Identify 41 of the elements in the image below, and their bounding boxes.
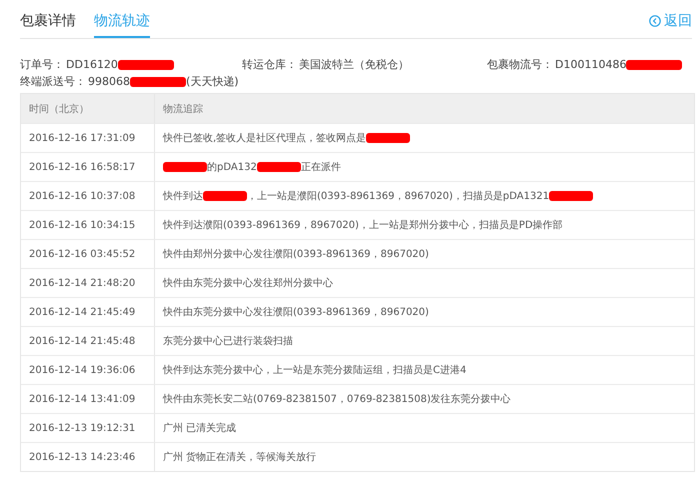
field-label: 终端派送号： [20, 74, 86, 89]
time-cell: 2016-12-13 14:23:46 [29, 452, 136, 462]
time-cell: 2016-12-14 13:41:09 [29, 394, 136, 404]
tab[interactable]: 物流轨迹 [94, 12, 150, 38]
time-cell: 2016-12-13 19:12:31 [29, 422, 136, 434]
tab[interactable]: 包裹详情 [20, 12, 76, 38]
message-text: 快件由东莞分拨中心发往濮阳(0393-8961369，8967020) [163, 306, 429, 319]
message-text: 的pDA132 [207, 161, 257, 174]
field-label: 转运仓库： [242, 57, 297, 72]
message-text: 快件由东莞长安二站(0769-82381507，0769-82381508)发往东莞分拨中心 [163, 392, 511, 406]
message-text: 快件到达濮阳(0393-8961369，8967020)，上一站是郑州分拨中心，扫描员是PD操作部 [163, 218, 563, 232]
field-value: D100110486 [555, 58, 626, 71]
back-icon [649, 15, 661, 27]
field-value: DD16120 [66, 58, 118, 71]
field-label: 包裹物流号： [487, 57, 553, 72]
field-value: (天天快递) [186, 74, 239, 89]
time-cell: 2016-12-14 21:45:49 [29, 306, 136, 318]
time-cell: 2016-12-14 21:48:20 [29, 278, 136, 288]
message-text: 快件到达东莞分拨中心，上一站是东莞分拨陆运组，扫描员是C进港4 [163, 364, 466, 377]
time-cell: 2016-12-16 16:58:17 [29, 162, 136, 172]
time-cell: 2016-12-16 10:37:08 [29, 190, 136, 202]
message-text: 快件由郑州分拨中心发往濮阳(0393-8961369，8967020) [163, 248, 429, 261]
back-link[interactable]: 返回 [649, 12, 692, 38]
message-text: 正在派件 [300, 160, 341, 174]
field-value: 美国波特兰（免税仓） [299, 57, 409, 72]
message-text: 快件到达 [163, 190, 203, 203]
message-text: 快件由东莞分拨中心发往郑州分拨中心 [163, 276, 333, 290]
time-cell: 2016-12-16 03:45:52 [29, 248, 136, 260]
time-cell: 2016-12-14 19:36:06 [29, 364, 136, 376]
column-header: 物流追踪 [163, 102, 203, 116]
message-text: 广州 货物正在清关，等候海关放行 [163, 450, 316, 464]
message-text: 广州 已清关完成 [163, 422, 236, 435]
time-cell: 2016-12-16 17:31:09 [29, 132, 136, 144]
message-text: 东莞分拨中心已进行装袋扫描 [163, 334, 293, 348]
time-cell: 2016-12-14 21:45:48 [29, 336, 136, 346]
message-text: ，上一站是濮阳(0393-8961369，8967020)，扫描员是pDA1321 [247, 190, 550, 203]
time-cell: 2016-12-16 10:34:15 [29, 220, 136, 230]
field-value: 998068 [88, 75, 130, 88]
message-text: 快件已签收,签收人是社区代理点，签收网点是 [163, 132, 366, 145]
field-label: 订单号： [20, 57, 64, 72]
column-header: 时间（北京） [29, 102, 89, 116]
